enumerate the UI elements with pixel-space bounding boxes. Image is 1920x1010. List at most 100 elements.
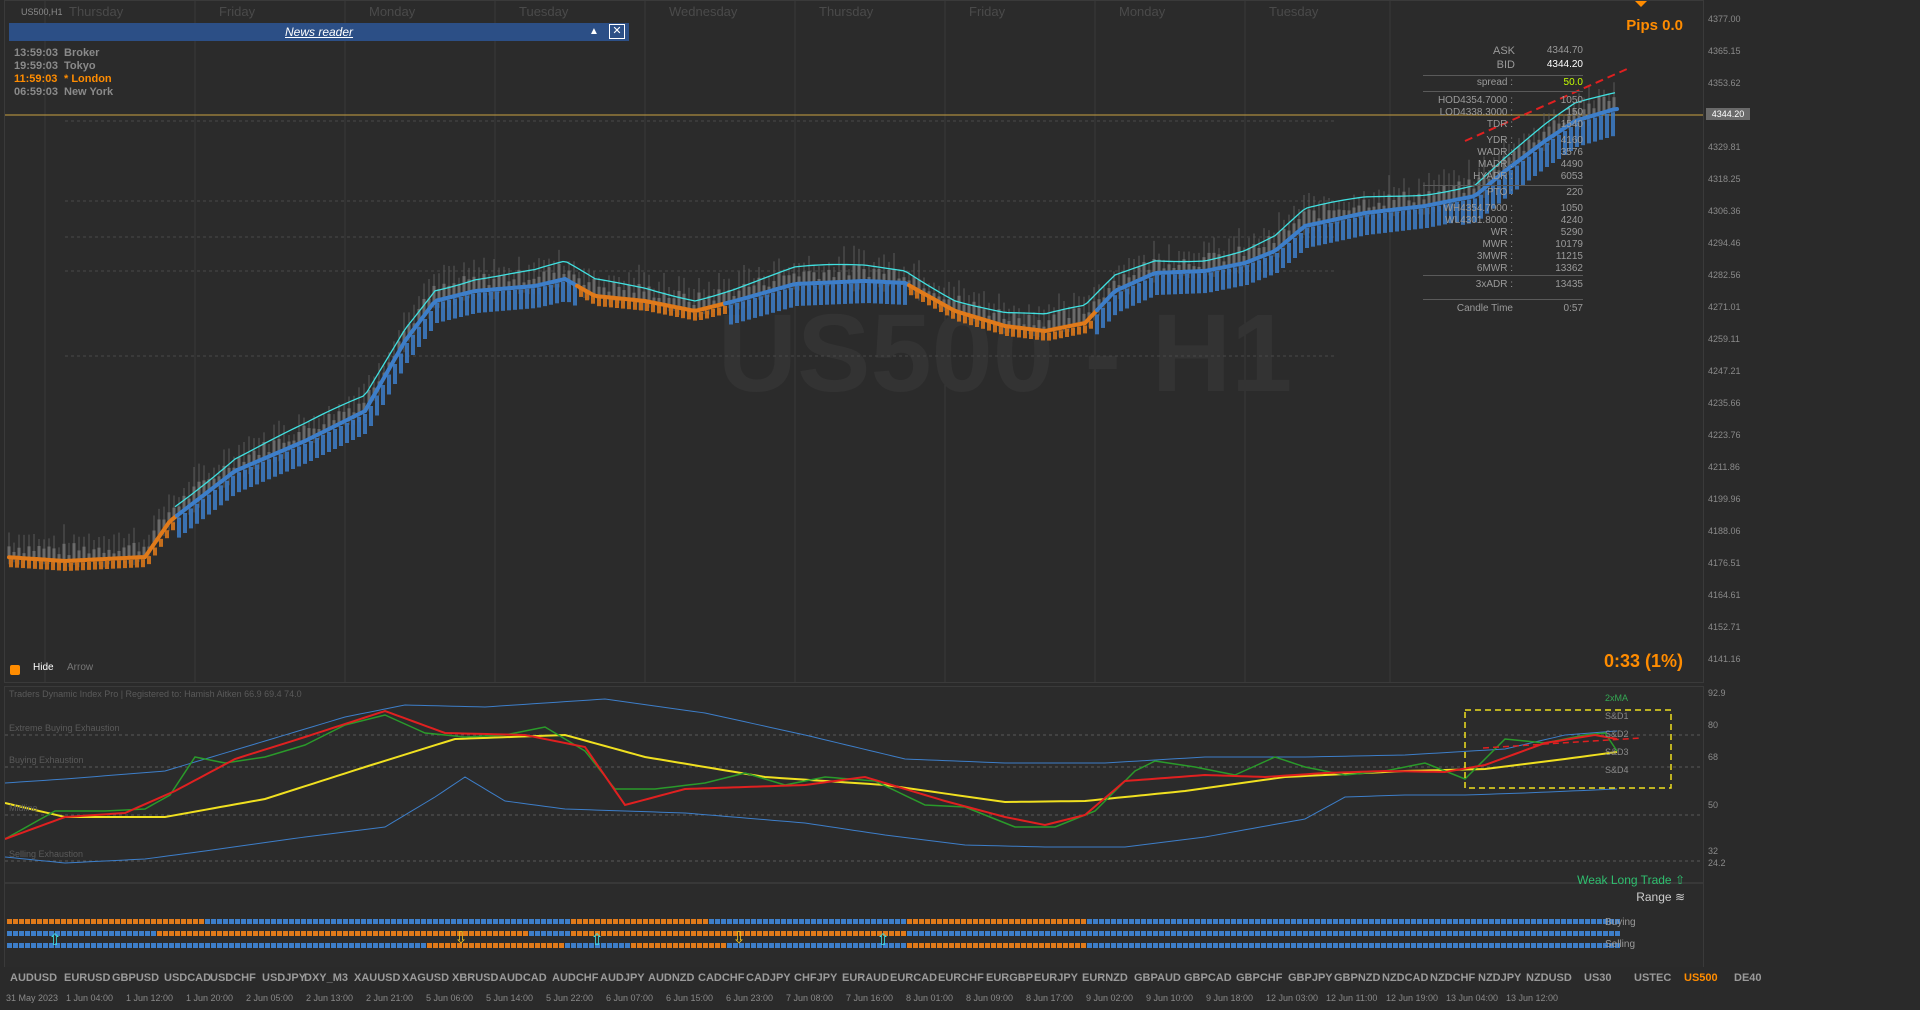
symbol-button-euraud[interactable]: EURAUD: [842, 972, 889, 984]
trend-bar: [1215, 271, 1219, 291]
symbol-button-dxy_m3[interactable]: DXY_M3: [304, 972, 348, 984]
strip-cell: [1513, 919, 1518, 924]
strip-cell: [271, 919, 276, 924]
strip-cell: [193, 943, 198, 948]
symbol-button-nzdusd[interactable]: NZDUSD: [1526, 972, 1572, 984]
symbol-button-cadjpy[interactable]: CADJPY: [746, 972, 791, 984]
strip-cell: [1099, 919, 1104, 924]
strip-cell: [469, 943, 474, 948]
symbol-button-gbpaud[interactable]: GBPAUD: [1134, 972, 1181, 984]
strip-cell: [1285, 943, 1290, 948]
symbol-button-nzdchf[interactable]: NZDCHF: [1430, 972, 1475, 984]
strip-cell: [31, 931, 36, 936]
symbol-button-usdjpy[interactable]: USDJPY: [262, 972, 306, 984]
news-reader-title[interactable]: News reader: [285, 25, 353, 39]
symbol-button-us500[interactable]: US500: [1684, 972, 1718, 984]
time-axis: 31 May 2023 1 Jun 04:00 1 Jun 12:00 1 Jun 2…: [4, 990, 1874, 1010]
symbol-button-xbrusd[interactable]: XBRUSD: [452, 972, 498, 984]
symbol-button-us30[interactable]: US30: [1584, 972, 1612, 984]
strip-cell: [199, 943, 204, 948]
strip-cell: [625, 919, 630, 924]
stat-key: 3MWR :: [1476, 251, 1513, 262]
symbol-button-nzdjpy[interactable]: NZDJPY: [1478, 972, 1521, 984]
strip-cell: [1339, 931, 1344, 936]
trend-bar: [411, 335, 415, 355]
strip-cell: [997, 943, 1002, 948]
symbol-button-eurjpy[interactable]: EURJPY: [1034, 972, 1078, 984]
strip-cell: [1273, 919, 1278, 924]
symbol-button-eurcad[interactable]: EURCAD: [890, 972, 937, 984]
trend-bar: [693, 312, 697, 321]
strip-cell: [199, 919, 204, 924]
symbol-button-usdcad[interactable]: USDCAD: [164, 972, 211, 984]
news-reader-bar[interactable]: News reader ▲ ✕: [9, 23, 629, 41]
symbol-button-audnzd[interactable]: AUDNZD: [648, 972, 694, 984]
symbol-button-gbpusd[interactable]: GBPUSD: [112, 972, 159, 984]
symbol-button-nzdcad[interactable]: NZDCAD: [1382, 972, 1428, 984]
trend-bar: [867, 283, 871, 304]
symbol-button-audjpy[interactable]: AUDJPY: [600, 972, 645, 984]
trend-bar: [993, 324, 997, 333]
candle: [842, 264, 846, 282]
price-label: 4329.81: [1708, 142, 1741, 152]
symbol-button-eurgbp[interactable]: EURGBP: [986, 972, 1033, 984]
strip-cell: [1303, 919, 1308, 924]
strip-cell: [859, 919, 864, 924]
symbol-button-chfjpy[interactable]: CHFJPY: [794, 972, 837, 984]
symbol-button-eurchf[interactable]: EURCHF: [938, 972, 984, 984]
price-label: 4199.96: [1708, 494, 1741, 504]
symbol-button-gbpchf[interactable]: GBPCHF: [1236, 972, 1282, 984]
chart-shift-marker[interactable]: [1635, 1, 1647, 7]
strip-cell: [181, 919, 186, 924]
symbol-button-gbpcad[interactable]: GBPCAD: [1184, 972, 1232, 984]
symbol-button-ustec[interactable]: USTEC: [1634, 972, 1671, 984]
stat-row: WR : 5290: [1423, 227, 1583, 239]
strip-cell: [391, 943, 396, 948]
trend-bar: [177, 517, 181, 538]
strip-cell: [307, 931, 312, 936]
spread-value: 50.0: [1563, 77, 1583, 88]
symbol-button-de40[interactable]: DE40: [1734, 972, 1762, 984]
strip-cell: [781, 943, 786, 948]
strip-cell: [763, 919, 768, 924]
trend-bar: [99, 561, 103, 570]
symbol-button-gbpnzd[interactable]: GBPNZD: [1334, 972, 1380, 984]
symbol-button-gbpjpy[interactable]: GBPJPY: [1288, 972, 1333, 984]
strip-cell: [979, 943, 984, 948]
trend-bar: [285, 451, 289, 472]
strip-cell: [397, 943, 402, 948]
strip-cell: [229, 919, 234, 924]
symbol-button-audchf[interactable]: AUDCHF: [552, 972, 598, 984]
strip-cell: [211, 931, 216, 936]
trend-bar: [897, 284, 901, 305]
color-square-icon[interactable]: [10, 665, 20, 675]
stat-key: LOD4338.3000 :: [1439, 107, 1513, 118]
price-axis[interactable]: 4377.004365.154353.624341.794329.814318.…: [1704, 0, 1920, 683]
symbol-button-cadchf[interactable]: CADCHF: [698, 972, 744, 984]
trend-bar: [549, 284, 553, 305]
trend-bar: [321, 435, 325, 455]
symbol-button-audusd[interactable]: AUDUSD: [10, 972, 57, 984]
day-label: Wednesday: [669, 4, 738, 19]
arrow-button[interactable]: Arrow: [67, 662, 93, 673]
symbol-button-eurnzd[interactable]: EURNZD: [1082, 972, 1128, 984]
symbol-button-xagusd[interactable]: XAGUSD: [402, 972, 449, 984]
strip-cell: [943, 919, 948, 924]
symbol-button-xauusd[interactable]: XAUUSD: [354, 972, 400, 984]
strip-cell: [397, 919, 402, 924]
symbol-button-eurusd[interactable]: EURUSD: [64, 972, 110, 984]
trend-bar: [405, 343, 409, 363]
tdi-oscillator-panel[interactable]: ⇧ ⇩ ⇧ ⇩ ⇧ Traders Dynamic Index Pro | Regist…: [4, 686, 1704, 968]
strip-cell: [1279, 943, 1284, 948]
ask-value: 4344.70: [1546, 45, 1583, 56]
strip-cell: [679, 931, 684, 936]
strip-cell: [91, 931, 96, 936]
trend-bar: [231, 476, 235, 497]
symbol-button-audcad[interactable]: AUDCAD: [499, 972, 547, 984]
symbol-button-usdchf[interactable]: USDCHF: [210, 972, 256, 984]
collapse-icon[interactable]: ▲: [589, 26, 599, 37]
strip-cell: [1477, 943, 1482, 948]
hide-button[interactable]: Hide: [33, 662, 54, 673]
main-price-chart[interactable]: US500 - H1 Thursday Friday Monday Tuesday We…: [4, 0, 1704, 683]
close-icon[interactable]: ✕: [609, 24, 625, 39]
